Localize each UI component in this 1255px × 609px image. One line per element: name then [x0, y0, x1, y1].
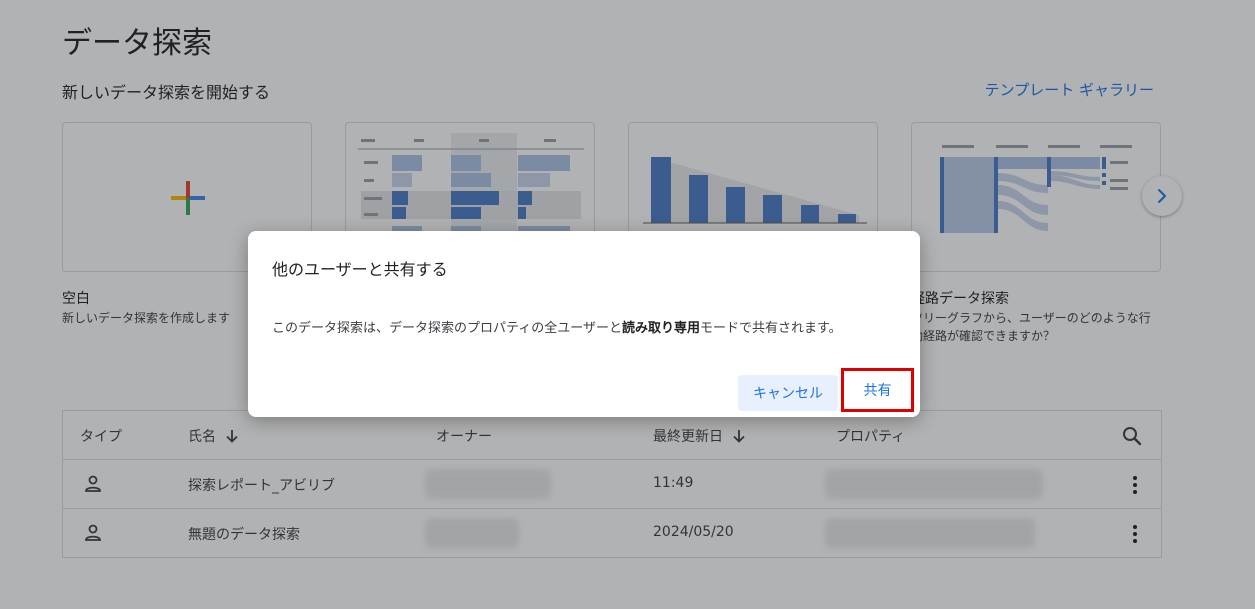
share-dialog: 他のユーザーと共有する このデータ探索は、データ探索のプロパティの全ユーザーと読… — [248, 231, 920, 417]
dialog-title: 他のユーザーと共有する — [272, 260, 448, 279]
dialog-body-emphasis: 読み取り専用 — [621, 321, 700, 336]
share-button[interactable]: 共有 — [841, 368, 914, 412]
cancel-button[interactable]: キャンセル — [738, 375, 838, 411]
dialog-body: このデータ探索は、データ探索のプロパティの全ユーザーと読み取り専用モードで共有さ… — [272, 321, 842, 336]
